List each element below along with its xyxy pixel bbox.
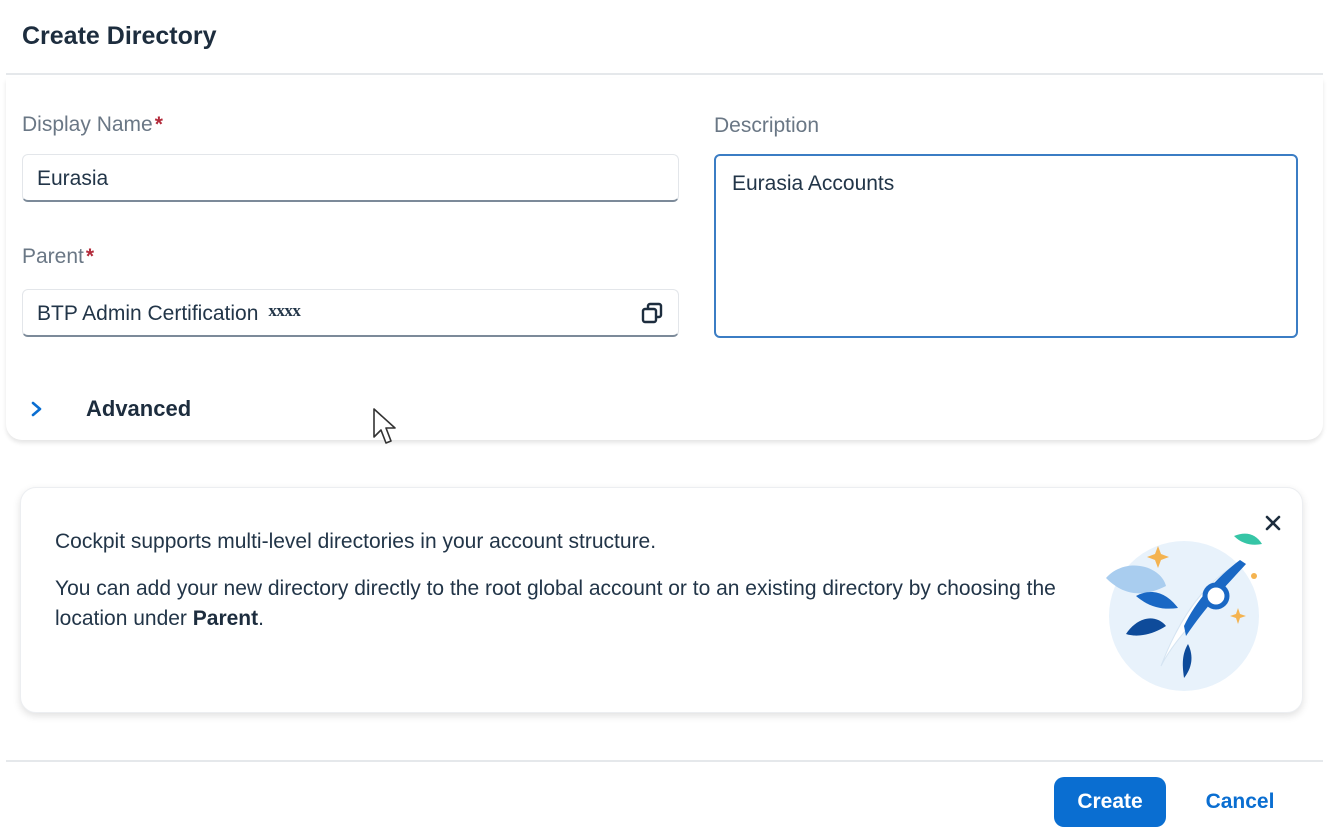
display-name-input[interactable]: Eurasia bbox=[22, 154, 679, 202]
info-text-line2: You can add your new directory directly … bbox=[55, 577, 1056, 630]
mouse-pointer-icon bbox=[373, 408, 396, 444]
parent-input[interactable]: BTP Admin Certification xxxx bbox=[22, 289, 679, 337]
display-name-label: Display Name* bbox=[22, 113, 163, 136]
masked-text: xxxx bbox=[268, 301, 301, 320]
info-text-line1: Cockpit supports multi-level directories… bbox=[55, 530, 657, 553]
advanced-label: Advanced bbox=[86, 396, 192, 421]
value-help-icon[interactable] bbox=[640, 301, 664, 325]
header-divider bbox=[6, 73, 1323, 75]
chevron-right-icon bbox=[31, 401, 42, 417]
info-message-strip: Cockpit supports multi-level directories… bbox=[20, 487, 1303, 713]
required-marker: * bbox=[85, 245, 95, 268]
create-button[interactable]: Create bbox=[1054, 777, 1166, 827]
description-label: Description bbox=[714, 114, 820, 137]
parent-label: Parent* bbox=[22, 245, 95, 268]
required-marker: * bbox=[154, 113, 163, 136]
footer-divider bbox=[6, 760, 1323, 762]
dialog-title: Create Directory bbox=[22, 22, 217, 50]
description-textarea[interactable]: Eurasia Accounts bbox=[714, 154, 1298, 338]
cancel-button[interactable]: Cancel bbox=[1180, 777, 1300, 827]
advanced-toggle[interactable]: Advanced bbox=[28, 392, 191, 426]
parent-emphasis: Parent bbox=[192, 607, 259, 630]
rocket-illustration bbox=[1106, 533, 1262, 691]
